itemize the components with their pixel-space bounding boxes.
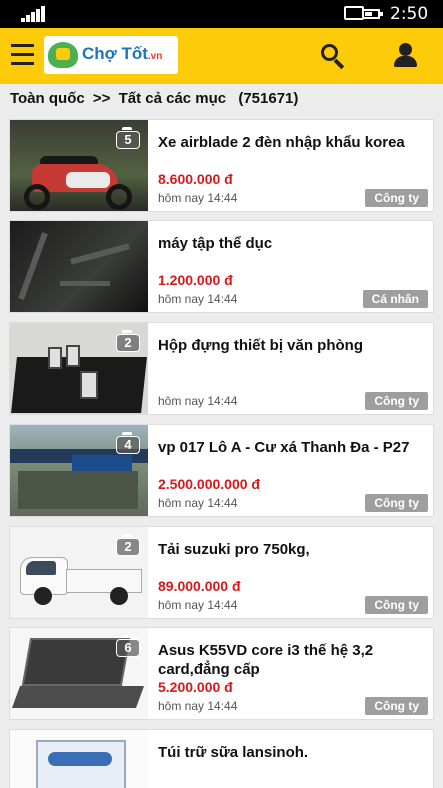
status-bar: 2:50 xyxy=(0,0,443,28)
seller-type-badge: Công ty xyxy=(365,392,428,410)
listing-price: 89.000.000 đ xyxy=(158,578,241,594)
listing-thumbnail: 6 xyxy=(10,628,148,719)
listing-time: hôm nay 14:44 xyxy=(158,394,238,408)
listing-item[interactable]: 6 Asus K55VD core i3 thế hệ 3,2 card,đẳn… xyxy=(9,627,434,720)
listing-item[interactable]: 5 Xe airblade 2 đèn nhập khẩu korea 8.60… xyxy=(9,119,434,212)
listing-title[interactable]: Tải suzuki pro 750kg, xyxy=(158,540,428,559)
listing-price: 1.200.000 đ xyxy=(158,272,233,288)
listing-title[interactable]: Túi trữ sữa lansinoh. xyxy=(158,743,428,762)
logo-text: Chợ Tốt.vn xyxy=(82,44,163,63)
breadcrumb-region[interactable]: Toàn quốc xyxy=(10,90,85,107)
seller-type-badge: Cá nhân xyxy=(362,290,428,308)
listing-thumbnail: 2 xyxy=(10,323,148,414)
listing-time: hôm nay 14:44 xyxy=(158,191,238,205)
search-icon[interactable] xyxy=(316,40,350,72)
hamburger-icon[interactable] xyxy=(11,44,34,66)
listing-item[interactable]: 2 Tải suzuki pro 750kg, 89.000.000 đ hôm… xyxy=(9,526,434,619)
listing-time: hôm nay 14:44 xyxy=(158,496,238,510)
listing-time: hôm nay 14:44 xyxy=(158,699,238,713)
listing-item[interactable]: máy tập thể dục 1.200.000 đ hôm nay 14:4… xyxy=(9,220,434,313)
photo-count-badge: 2 xyxy=(116,330,140,352)
breadcrumb: Toàn quốc >> Tất cả các mục (751671) xyxy=(0,84,443,116)
listing-title[interactable]: Xe airblade 2 đèn nhập khẩu korea xyxy=(158,133,428,152)
app-header: Chợ Tốt.vn xyxy=(0,28,443,84)
user-icon[interactable] xyxy=(390,40,422,72)
signal-strength-icon xyxy=(21,6,47,22)
breadcrumb-separator: >> xyxy=(92,90,111,107)
battery-icon xyxy=(362,9,383,19)
photo-count-badge: 4 xyxy=(116,432,140,454)
listing-list: 5 Xe airblade 2 đèn nhập khẩu korea 8.60… xyxy=(9,119,434,788)
listing-title[interactable]: máy tập thể dục xyxy=(158,234,428,253)
clock-time: 2:50 xyxy=(390,4,429,24)
listing-thumbnail xyxy=(10,730,148,788)
photo-count-badge: 5 xyxy=(116,127,140,149)
listing-title[interactable]: vp 017 Lô A - Cư xá Thanh Đa - P27 xyxy=(158,438,428,457)
photo-count-badge: 2 xyxy=(116,534,140,556)
listing-item[interactable]: 4 vp 017 Lô A - Cư xá Thanh Đa - P27 2.5… xyxy=(9,424,434,517)
breadcrumb-category[interactable]: Tất cả các mục xyxy=(119,90,227,107)
listing-item[interactable]: Túi trữ sữa lansinoh. xyxy=(9,729,434,788)
seller-type-badge: Công ty xyxy=(365,596,428,614)
listing-price: 5.200.000 đ xyxy=(158,679,233,695)
listing-title[interactable]: Asus K55VD core i3 thế hệ 3,2 card,đẳng … xyxy=(158,641,428,679)
logo-mark-icon xyxy=(48,42,78,68)
listing-thumbnail: 4 xyxy=(10,425,148,516)
listing-item[interactable]: 2 Hộp đựng thiết bị văn phòng hôm nay 14… xyxy=(9,322,434,415)
listing-thumbnail: 5 xyxy=(10,120,148,211)
sim-icon xyxy=(344,6,364,20)
photo-count-badge: 6 xyxy=(116,635,140,657)
seller-type-badge: Công ty xyxy=(365,697,428,715)
listing-time: hôm nay 14:44 xyxy=(158,292,238,306)
listing-count: (751671) xyxy=(238,90,299,107)
seller-type-badge: Công ty xyxy=(365,189,428,207)
cho-tot-logo[interactable]: Chợ Tốt.vn xyxy=(44,36,178,74)
listing-title[interactable]: Hộp đựng thiết bị văn phòng xyxy=(158,336,428,355)
listing-time: hôm nay 14:44 xyxy=(158,598,238,612)
listing-thumbnail: 2 xyxy=(10,527,148,618)
listing-thumbnail xyxy=(10,221,148,312)
seller-type-badge: Công ty xyxy=(365,494,428,512)
listing-price: 2.500.000.000 đ xyxy=(158,476,260,492)
listing-price: 8.600.000 đ xyxy=(158,171,233,187)
